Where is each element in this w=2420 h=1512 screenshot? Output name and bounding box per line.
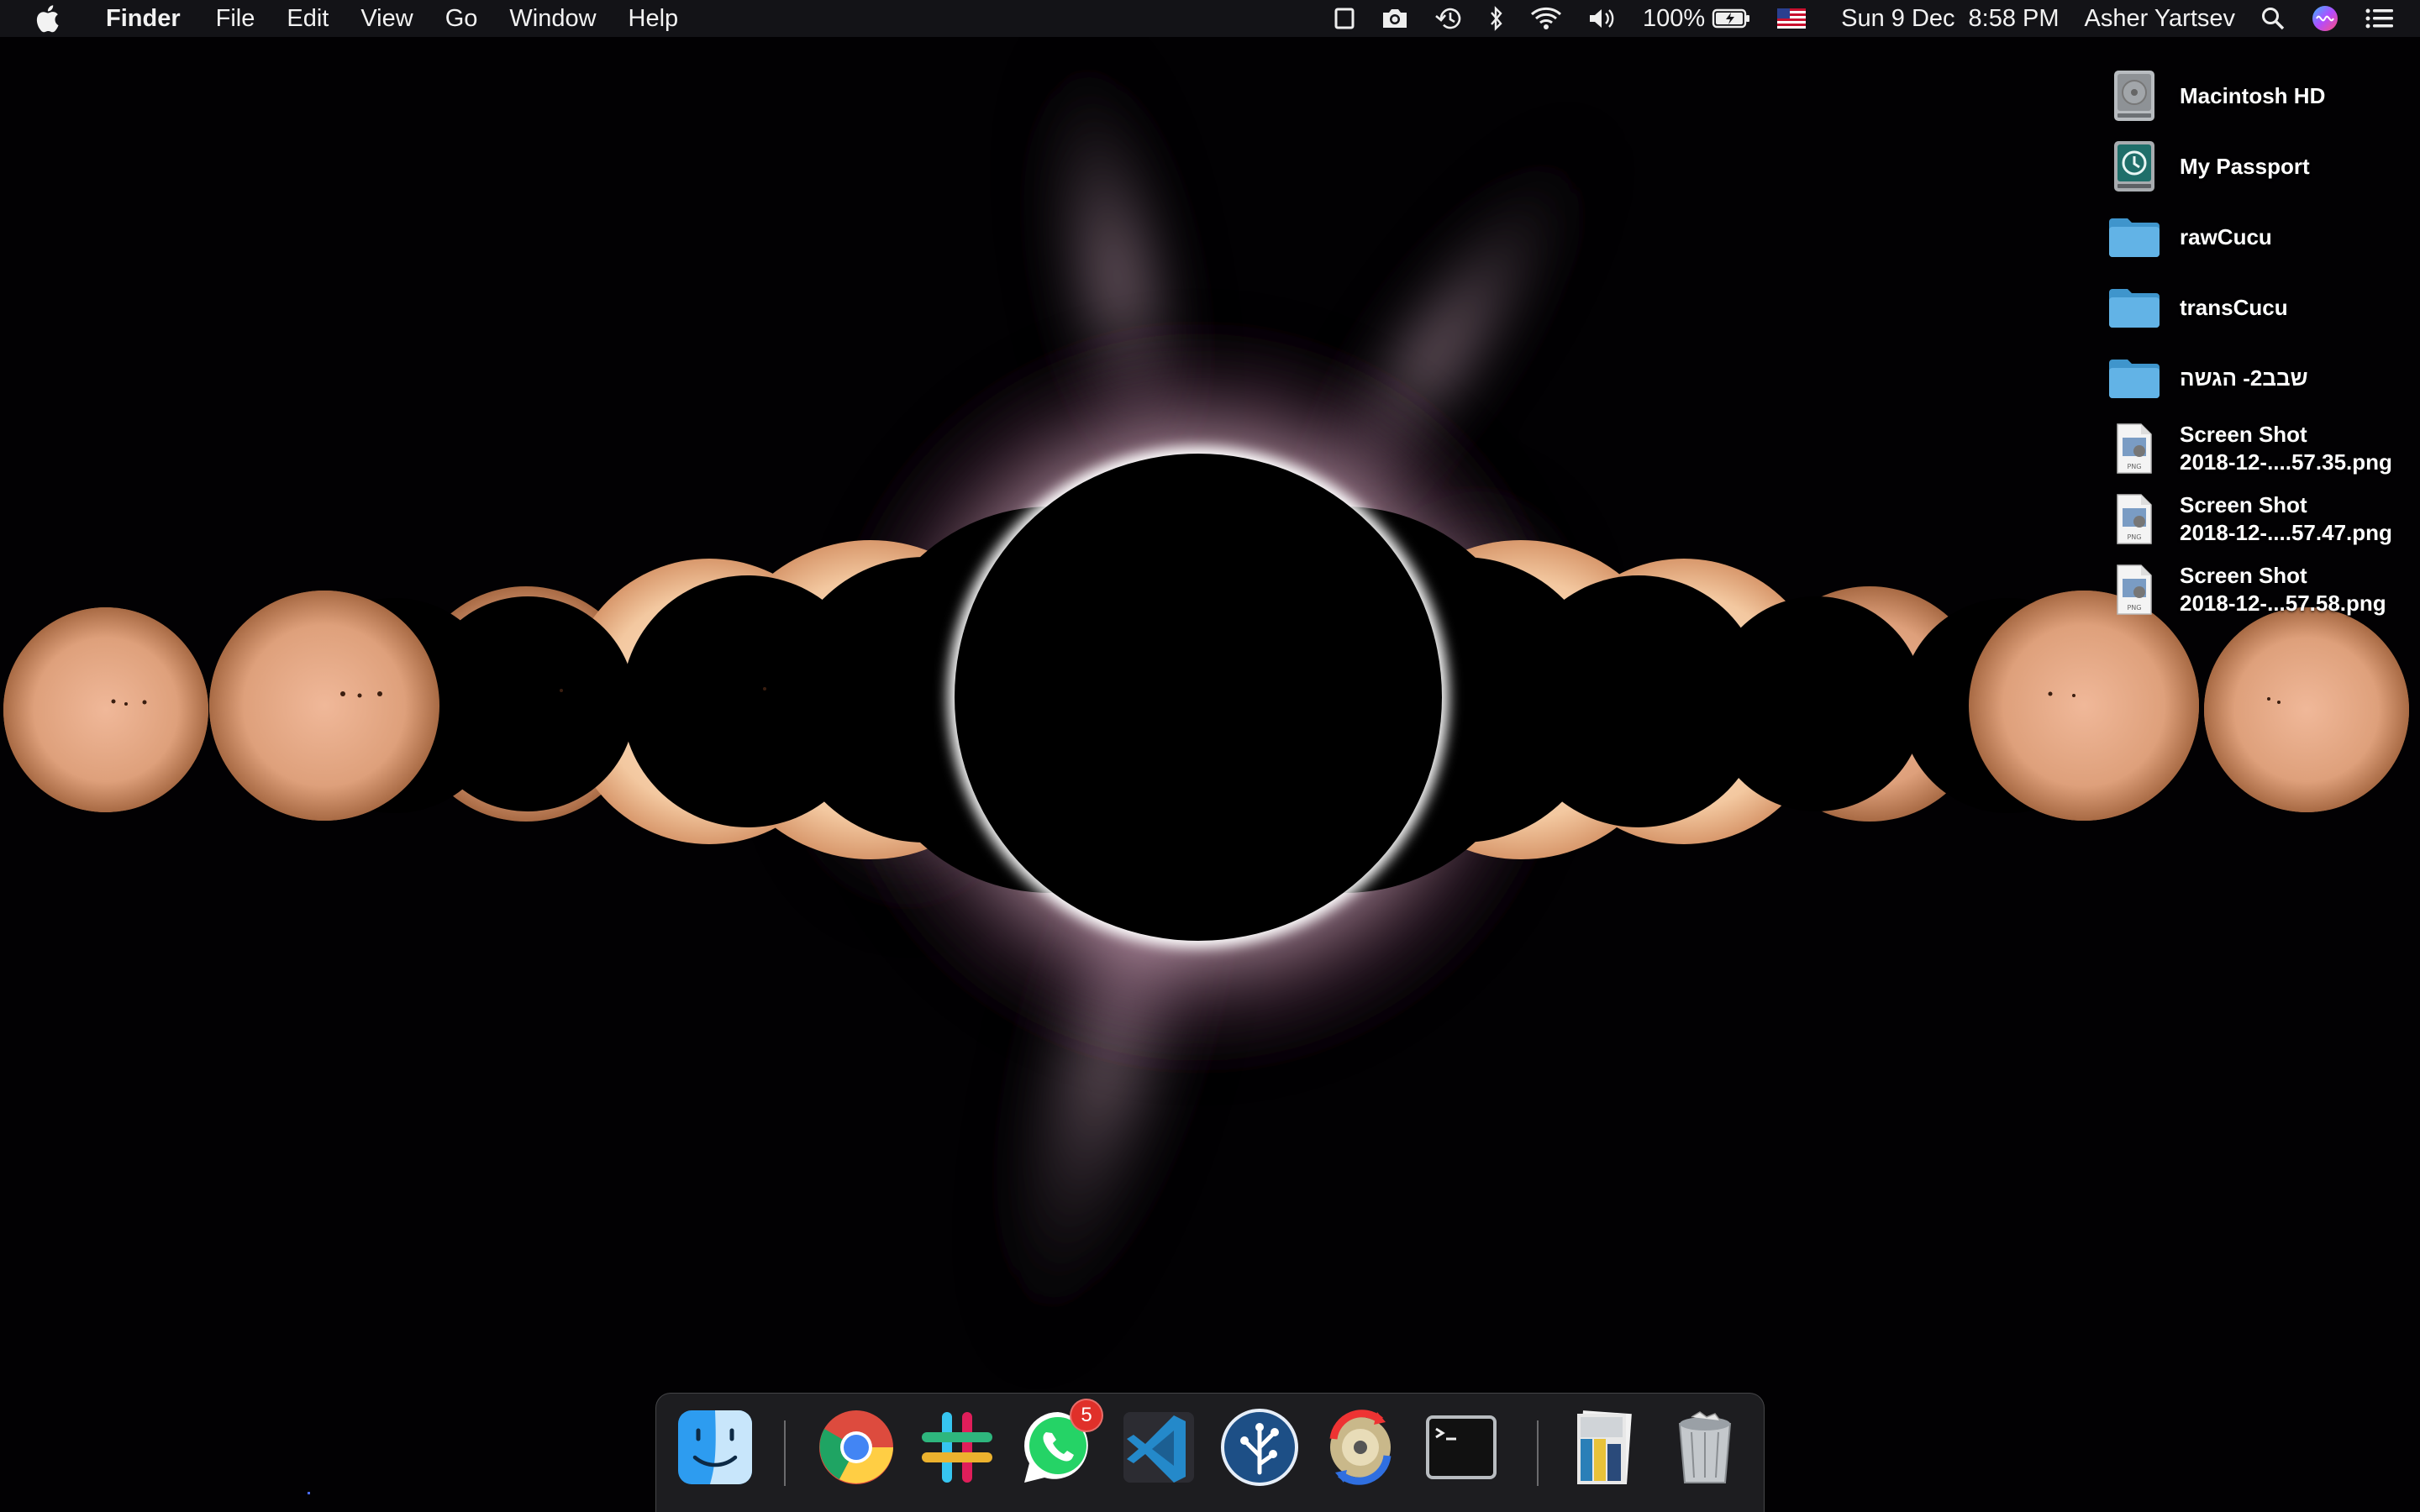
- dock: 5: [655, 1393, 1765, 1512]
- menu-help[interactable]: Help: [629, 5, 679, 33]
- camera-icon[interactable]: [1381, 0, 1409, 37]
- menu-bar-status: 100% Sun 9 Dec 8:58 PM Asher Yartsev: [1308, 0, 2420, 37]
- folder-icon: [2101, 207, 2168, 266]
- time-machine-icon[interactable]: [1434, 0, 1463, 37]
- siri-icon[interactable]: [2311, 0, 2339, 37]
- desktop-item-label: Screen Shot 2018-12-....57.47.png: [2180, 492, 2392, 545]
- menu-go[interactable]: Go: [445, 5, 478, 33]
- desktop-item-label: Screen Shot 2018-12-....57.35.png: [2180, 422, 2392, 475]
- desktop-item-screenshot-3[interactable]: PNG Screen Shot 2018-12-...57.58.png: [2101, 554, 2420, 625]
- desktop-wallpaper: [0, 0, 2420, 1512]
- spotlight-search-icon[interactable]: [2260, 0, 2286, 37]
- notification-center-icon[interactable]: [2365, 0, 2395, 37]
- menu-view[interactable]: View: [360, 5, 413, 33]
- svg-text:PNG: PNG: [2127, 463, 2141, 470]
- wallpaper-star: [308, 1492, 310, 1494]
- desktop-item-rawcucu[interactable]: rawCucu: [2101, 202, 2420, 272]
- vscode-app-icon[interactable]: [1117, 1405, 1201, 1489]
- desktop-item-my-passport[interactable]: My Passport: [2101, 131, 2420, 202]
- bluetooth-icon[interactable]: [1488, 0, 1505, 37]
- svg-text:PNG: PNG: [2127, 533, 2141, 541]
- hard-drive-icon: [2101, 66, 2168, 125]
- finder-app-icon[interactable]: [673, 1405, 757, 1489]
- desktop-item-transcucu[interactable]: transCucu: [2101, 272, 2420, 343]
- folder-icon: [2101, 349, 2168, 407]
- chrome-app-icon[interactable]: [814, 1405, 898, 1489]
- png-file-icon: PNG: [2101, 419, 2168, 478]
- apple-logo-icon[interactable]: [32, 0, 62, 37]
- menu-time[interactable]: 8:58 PM: [1969, 5, 2060, 33]
- slack-app-icon[interactable]: [915, 1405, 999, 1489]
- sourcetree-app-icon[interactable]: [1218, 1405, 1302, 1489]
- menu-user-name[interactable]: Asher Yartsev: [2085, 5, 2235, 33]
- folder-icon: [2101, 278, 2168, 337]
- menu-bar-left: Finder File Edit View Go Window Help: [0, 0, 710, 37]
- menu-date[interactable]: Sun 9 Dec: [1841, 5, 1954, 33]
- desktop-item-hebrew-folder[interactable]: שבב2- הגשה: [2101, 343, 2420, 413]
- notification-badge: 5: [1070, 1399, 1103, 1432]
- desktop-item-label: transCucu: [2180, 294, 2288, 320]
- time-machine-drive-icon: [2101, 137, 2168, 196]
- dock-separator: [1537, 1420, 1539, 1486]
- system-update-app-icon[interactable]: [1318, 1405, 1402, 1489]
- battery-percent[interactable]: 100%: [1643, 5, 1705, 33]
- menu-file[interactable]: File: [216, 5, 255, 33]
- desktop-item-label: My Passport: [2180, 153, 2310, 179]
- menu-bar: Finder File Edit View Go Window Help 100…: [0, 0, 2420, 37]
- us-flag-icon[interactable]: [1777, 0, 1807, 37]
- desktop-item-macintosh-hd[interactable]: Macintosh HD: [2101, 60, 2420, 131]
- menu-app-finder[interactable]: Finder: [106, 5, 181, 33]
- documents-stack-icon[interactable]: [1562, 1405, 1646, 1489]
- desktop-item-label: Screen Shot 2018-12-...57.58.png: [2180, 563, 2386, 616]
- png-file-icon: PNG: [2101, 560, 2168, 619]
- desktop-item-label: Macintosh HD: [2180, 82, 2326, 108]
- png-file-icon: PNG: [2101, 490, 2168, 549]
- desktop-item-screenshot-1[interactable]: PNG Screen Shot 2018-12-....57.35.png: [2101, 413, 2420, 484]
- menu-edit[interactable]: Edit: [287, 5, 329, 33]
- battery-charging-icon[interactable]: [1712, 0, 1752, 37]
- volume-icon[interactable]: [1587, 0, 1618, 37]
- terminal-app-icon[interactable]: [1419, 1405, 1503, 1489]
- whatsapp-app-icon[interactable]: 5: [1016, 1399, 1103, 1489]
- menu-window[interactable]: Window: [509, 5, 596, 33]
- desktop-item-screenshot-2[interactable]: PNG Screen Shot 2018-12-....57.47.png: [2101, 484, 2420, 554]
- screen-mirror-icon[interactable]: [1334, 0, 1355, 37]
- wifi-icon[interactable]: [1530, 0, 1562, 37]
- trash-icon[interactable]: [1663, 1405, 1747, 1489]
- dock-separator: [784, 1420, 786, 1486]
- desktop-item-label: שבב2- הגשה: [2180, 365, 2308, 391]
- svg-text:PNG: PNG: [2127, 604, 2141, 612]
- desktop-item-label: rawCucu: [2180, 223, 2272, 249]
